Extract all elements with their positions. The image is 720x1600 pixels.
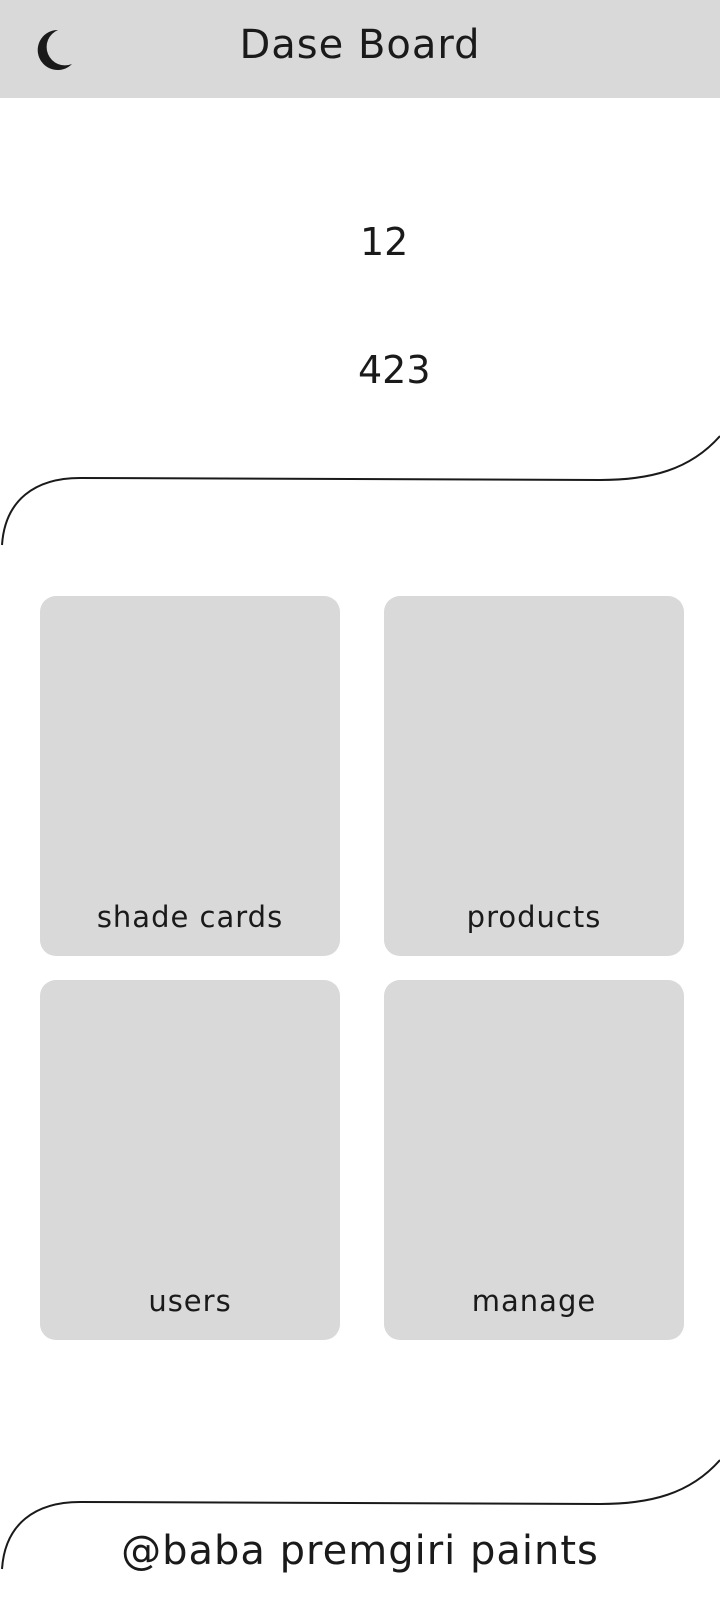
tile-shade-cards[interactable]: shade cards <box>40 596 340 956</box>
footer-credit: @baba premgiri paints <box>121 1528 599 1574</box>
tile-products[interactable]: products <box>384 596 684 956</box>
tile-label: shade cards <box>96 900 284 934</box>
tile-label: manage <box>471 1284 597 1318</box>
wave-divider-top <box>1 435 720 546</box>
tile-label: users <box>148 1284 232 1318</box>
stat-value-1: 12 <box>360 220 409 264</box>
stat-value-2: 423 <box>358 348 431 392</box>
tile-manage[interactable]: manage <box>384 980 684 1340</box>
app-header: Dase Board <box>0 0 720 98</box>
tile-users[interactable]: users <box>40 980 340 1340</box>
tile-label: products <box>466 900 602 934</box>
page-title: Dase Board <box>239 22 481 68</box>
